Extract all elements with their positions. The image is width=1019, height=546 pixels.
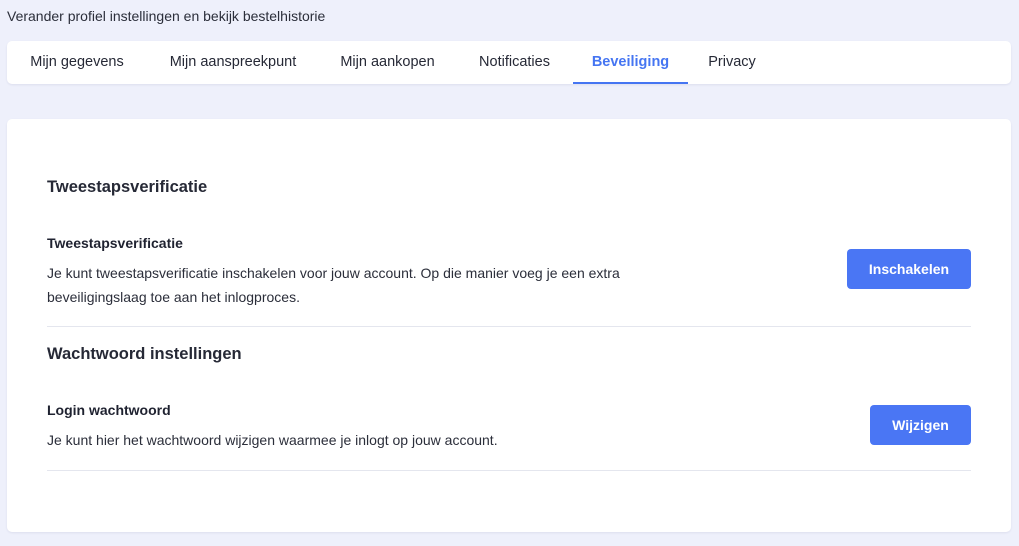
two-factor-item-title: Tweestapsverificatie	[47, 235, 183, 251]
tab-beveiliging[interactable]: Beveiliging	[573, 41, 688, 84]
password-item-title: Login wachtwoord	[47, 402, 171, 418]
section-divider	[47, 470, 971, 471]
tab-mijn-gegevens[interactable]: Mijn gegevens	[7, 41, 147, 84]
section-divider	[47, 326, 971, 327]
enable-two-factor-button[interactable]: Inschakelen	[847, 249, 971, 289]
page-subtitle: Verander profiel instellingen en bekijk …	[7, 8, 326, 24]
tab-mijn-aankopen[interactable]: Mijn aankopen	[319, 41, 456, 84]
settings-page: Verander profiel instellingen en bekijk …	[0, 0, 1019, 546]
tab-bar: Mijn gegevens Mijn aanspreekpunt Mijn aa…	[7, 41, 1011, 84]
password-section-title: Wachtwoord instellingen	[47, 345, 242, 363]
tab-privacy[interactable]: Privacy	[688, 41, 776, 84]
two-factor-section-title: Tweestapsverificatie	[47, 178, 208, 196]
tab-mijn-aanspreekpunt[interactable]: Mijn aanspreekpunt	[147, 41, 319, 84]
password-description: Je kunt hier het wachtwoord wijzigen waa…	[47, 432, 498, 448]
tab-notificaties[interactable]: Notificaties	[456, 41, 573, 84]
change-password-button[interactable]: Wijzigen	[870, 405, 971, 445]
two-factor-description: Je kunt tweestapsverificatie inschakelen…	[47, 265, 620, 305]
security-card: Tweestapsverificatie Tweestapsverificati…	[7, 119, 1011, 532]
